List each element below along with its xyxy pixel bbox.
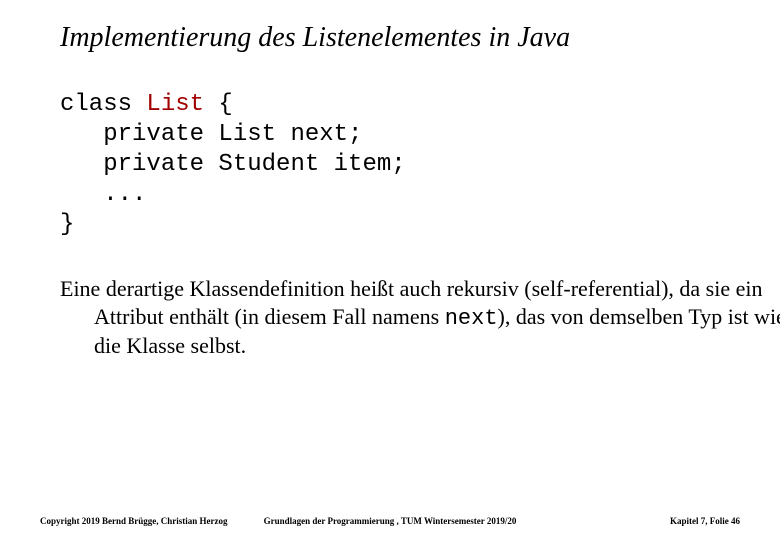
body-mono-next: next [445, 306, 498, 331]
code-line-3: private Student item; [60, 151, 406, 178]
slide: Implementierung des Listenelementes in J… [0, 0, 780, 540]
code-keyword-list: List [146, 91, 204, 118]
code-line-5: } [60, 211, 74, 238]
code-line-1c: { [204, 91, 233, 118]
code-line-2: private List next; [60, 121, 362, 148]
code-line-1a: class [60, 91, 146, 118]
slide-title: Implementierung des Listenelementes in J… [60, 22, 570, 54]
footer-page: Kapitel 7, Folie 46 [670, 516, 740, 526]
footer-course: Grundlagen der Programmierung , TUM Wint… [0, 516, 780, 526]
code-block: class List { private List next; private … [60, 90, 406, 240]
body-paragraph: Eine derartige Klassendefinition heißt a… [40, 275, 780, 360]
code-line-4: ... [60, 181, 146, 208]
